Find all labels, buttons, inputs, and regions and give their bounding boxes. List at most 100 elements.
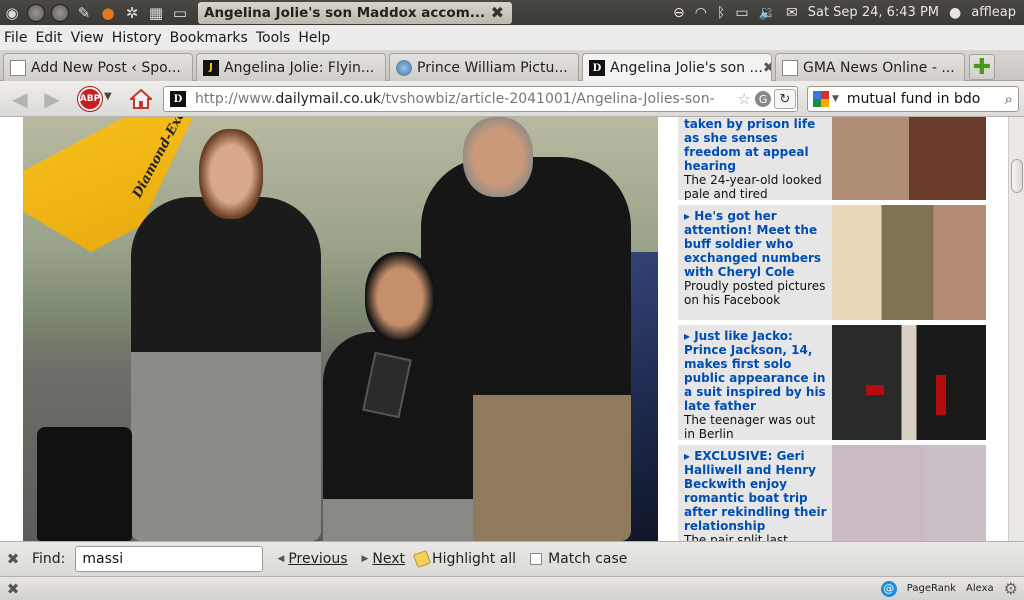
back-button[interactable]: ◀: [6, 87, 34, 111]
handbag-shape: [37, 427, 132, 541]
arrow-right-icon: ▶: [361, 554, 369, 564]
story-headline[interactable]: Just like Jacko: Prince Jackson, 14, mak…: [684, 329, 828, 413]
volume-icon[interactable]: 🔉: [759, 5, 776, 21]
man-head: [463, 117, 533, 197]
top-panel: ◉ ✎ ● ✲ ▦ ▭ Angelina Jolie's son Maddox …: [0, 0, 1024, 25]
find-input[interactable]: massi: [75, 546, 264, 572]
menu-file[interactable]: File: [4, 30, 27, 46]
menu-tools[interactable]: Tools: [256, 30, 291, 46]
tab-label: Prince William Pictu...: [417, 59, 568, 76]
vertical-scrollbar[interactable]: [1008, 117, 1024, 541]
launcher-icon[interactable]: [24, 1, 48, 25]
menu-edit[interactable]: Edit: [35, 30, 62, 46]
bookmark-star-icon[interactable]: ☆: [738, 90, 751, 108]
wifi-icon[interactable]: ◠: [695, 5, 707, 21]
menu-view[interactable]: View: [71, 30, 104, 46]
pagerank-label[interactable]: PageRank: [907, 583, 956, 594]
search-icon[interactable]: ⌕: [1005, 90, 1013, 108]
home-icon: [130, 89, 152, 109]
tab-prince-william[interactable]: Prince William Pictu...: [389, 53, 579, 81]
checkbox-box[interactable]: [530, 553, 543, 565]
story-subtext: The 24-year-old looked pale and tired: [684, 173, 822, 200]
gear-launcher-icon[interactable]: ✲: [120, 1, 144, 25]
yellow-j-icon: J: [203, 59, 219, 76]
google-engine-icon[interactable]: G: [755, 91, 771, 107]
window-title-text: Angelina Jolie's son Maddox accom...: [204, 4, 486, 21]
highlighter-icon: [413, 550, 432, 568]
system-tray: ⊖ ◠ ᛒ ▭ 🔉 ✉ Sat Sep 24, 6:43 PM ● afflea…: [673, 5, 1024, 21]
text-editor-icon[interactable]: ✎: [72, 1, 96, 25]
story-thumbnail[interactable]: [832, 117, 986, 200]
story-subtext: Proudly posted pictures on his Facebook: [684, 279, 826, 307]
status-bar: ✖ @ PageRank Alexa ⚙: [0, 576, 1024, 600]
launcher-icon[interactable]: [48, 1, 72, 25]
tab-gma-news[interactable]: GMA News Online - ...: [775, 53, 965, 81]
story-headline[interactable]: taken by prison life as she senses freed…: [684, 117, 828, 173]
home-button[interactable]: [128, 87, 154, 111]
google-search-icon[interactable]: [813, 91, 829, 107]
new-tab-button[interactable]: ✚: [969, 54, 995, 80]
red-shirt-mark: [936, 375, 946, 415]
story-thumbnail[interactable]: [832, 205, 986, 320]
at-sign-icon[interactable]: @: [880, 580, 897, 597]
story-headline[interactable]: He's got her attention! Meet the buff so…: [684, 209, 828, 279]
close-tab-icon[interactable]: ✖: [763, 60, 771, 76]
alexa-label[interactable]: Alexa: [966, 583, 994, 594]
article-photo[interactable]: Diamond-Exc: [23, 117, 658, 541]
mail-icon[interactable]: ✉: [786, 5, 798, 21]
adblock-plus-icon[interactable]: ABP: [78, 87, 102, 111]
tab-add-new-post[interactable]: Add New Post ‹ Spo...: [3, 53, 193, 81]
adblock-dropdown-icon[interactable]: ▼: [104, 91, 112, 102]
story-thumbnail[interactable]: [832, 325, 986, 440]
close-find-bar-icon[interactable]: ✖: [0, 550, 26, 568]
menu-history[interactable]: History: [112, 30, 162, 46]
status-icon[interactable]: ⊖: [673, 5, 685, 21]
bluetooth-icon[interactable]: ᛒ: [717, 5, 725, 21]
active-window-title[interactable]: Angelina Jolie's son Maddox accom... ✖: [198, 1, 512, 24]
find-previous-label: Previous: [288, 551, 348, 567]
document-icon: [782, 59, 798, 76]
close-window-icon[interactable]: ✖: [491, 3, 504, 22]
scrollbar-thumb[interactable]: [1011, 159, 1023, 193]
user-name[interactable]: affleap: [971, 5, 1016, 20]
story-item[interactable]: EXCLUSIVE: Geri Halliwell and Henry Beck…: [678, 445, 986, 541]
highlight-all-label: Highlight all: [432, 551, 517, 567]
firefox-icon[interactable]: ●: [96, 1, 120, 25]
globe-icon: [396, 59, 412, 76]
highlight-all-button[interactable]: Highlight all: [413, 550, 517, 568]
search-engine-dropdown-icon[interactable]: ▼: [832, 94, 839, 104]
tab-angelina-son[interactable]: D Angelina Jolie's son ... ✖: [582, 53, 772, 82]
menu-bookmarks[interactable]: Bookmarks: [170, 30, 248, 46]
find-next-button[interactable]: ▶ Next: [362, 551, 406, 567]
gear-icon[interactable]: ⚙: [1004, 579, 1018, 598]
tab-angelina-flying[interactable]: J Angelina Jolie: Flyin...: [196, 53, 386, 81]
image-viewer-icon[interactable]: ▦: [144, 1, 168, 25]
match-case-checkbox[interactable]: Match case: [530, 551, 627, 567]
story-thumbnail[interactable]: [832, 445, 986, 541]
story-item[interactable]: Just like Jacko: Prince Jackson, 14, mak…: [678, 325, 986, 440]
reload-button[interactable]: ↻: [774, 89, 796, 109]
column-gutter: [658, 117, 678, 541]
woman-figure: [131, 197, 321, 541]
forward-button[interactable]: ▶: [40, 87, 64, 111]
tab-label: Angelina Jolie: Flyin...: [224, 59, 375, 76]
tab-bar: Add New Post ‹ Spo... J Angelina Jolie: …: [0, 50, 1024, 82]
clock[interactable]: Sat Sep 24, 6:43 PM: [808, 5, 939, 20]
story-item[interactable]: He's got her attention! Meet the buff so…: [678, 205, 986, 320]
menu-help[interactable]: Help: [298, 30, 330, 46]
tab-label: GMA News Online - ...: [803, 59, 955, 76]
ubuntu-logo-icon[interactable]: ◉: [0, 1, 24, 25]
armband-mark: [866, 385, 884, 395]
search-input[interactable]: mutual fund in bdo: [847, 91, 980, 107]
url-bar[interactable]: D http://www.dailymail.co.uk/tvshowbiz/a…: [163, 86, 798, 112]
terminal-icon[interactable]: ▭: [168, 1, 192, 25]
site-identity-icon[interactable]: D: [170, 91, 186, 107]
close-status-icon[interactable]: ✖: [0, 580, 26, 598]
find-previous-button[interactable]: ◀ Previous: [277, 551, 347, 567]
user-icon[interactable]: ●: [949, 5, 961, 21]
url-text[interactable]: http://www.dailymail.co.uk/tvshowbiz/art…: [195, 91, 715, 107]
search-bar[interactable]: ▼ mutual fund in bdo ⌕: [807, 86, 1019, 112]
story-item[interactable]: taken by prison life as she senses freed…: [678, 117, 986, 200]
story-headline[interactable]: EXCLUSIVE: Geri Halliwell and Henry Beck…: [684, 449, 828, 533]
battery-icon[interactable]: ▭: [735, 5, 748, 21]
